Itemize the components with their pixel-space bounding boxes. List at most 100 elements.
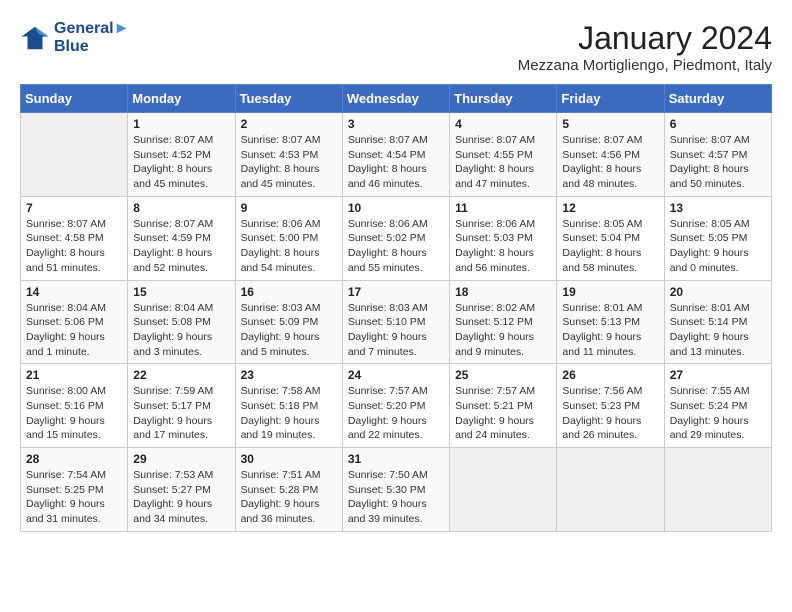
- day-cell: 5Sunrise: 8:07 AM Sunset: 4:56 PM Daylig…: [557, 113, 664, 197]
- day-number: 28: [26, 452, 122, 466]
- day-cell: [557, 448, 664, 532]
- day-number: 14: [26, 285, 122, 299]
- day-number: 30: [241, 452, 337, 466]
- day-cell: 14 Sunrise: 8:04 AM Sunset: 5:06 PM Dayli…: [21, 280, 128, 364]
- logo-icon: [20, 23, 50, 53]
- week-row-3: 14 Sunrise: 8:04 AM Sunset: 5:06 PM Dayli…: [21, 280, 772, 364]
- day-number: 27: [670, 368, 766, 382]
- day-info: Sunrise: 8:04 AM Sunset: 5:06 PM Dayligh…: [26, 301, 122, 360]
- day-number: 1: [133, 117, 229, 131]
- day-number: 17: [348, 285, 444, 299]
- day-number: 16: [241, 285, 337, 299]
- day-number: 11: [455, 201, 551, 215]
- page-header: General► Blue January 2024 Mezzana Morti…: [20, 20, 772, 74]
- day-info: Sunrise: 7:57 AM Sunset: 5:21 PM Dayligh…: [455, 384, 551, 443]
- header-cell-tuesday: Tuesday: [235, 85, 342, 113]
- day-cell: 31 Sunrise: 7:50 AM Sunset: 5:30 PM Dayli…: [342, 448, 449, 532]
- day-cell: 2 Sunrise: 8:07 AM Sunset: 4:53 PM Daylig…: [235, 113, 342, 197]
- week-row-5: 28 Sunrise: 7:54 AM Sunset: 5:25 PM Dayli…: [21, 448, 772, 532]
- day-info: Sunrise: 8:06 AM Sunset: 5:00 PM Dayligh…: [241, 217, 337, 276]
- day-number: 9: [241, 201, 337, 215]
- day-cell: 28 Sunrise: 7:54 AM Sunset: 5:25 PM Dayli…: [21, 448, 128, 532]
- day-info: Sunrise: 8:01 AM Sunset: 5:14 PM Dayligh…: [670, 301, 766, 360]
- day-cell: 3 Sunrise: 8:07 AM Sunset: 4:54 PM Daylig…: [342, 113, 449, 197]
- day-cell: 4 Sunrise: 8:07 AM Sunset: 4:55 PM Daylig…: [450, 113, 557, 197]
- day-info: Sunrise: 8:06 AM Sunset: 5:03 PM Dayligh…: [455, 217, 551, 276]
- day-info: Sunrise: 7:56 AM Sunset: 5:23 PM Dayligh…: [562, 384, 658, 443]
- day-info: Sunrise: 8:02 AM Sunset: 5:12 PM Dayligh…: [455, 301, 551, 360]
- day-info: Sunrise: 7:51 AM Sunset: 5:28 PM Dayligh…: [241, 468, 337, 527]
- day-info: Sunrise: 8:03 AM Sunset: 5:09 PM Dayligh…: [241, 301, 337, 360]
- day-number: 10: [348, 201, 444, 215]
- logo: General► Blue: [20, 20, 129, 56]
- week-row-2: 7Sunrise: 8:07 AM Sunset: 4:58 PM Daylig…: [21, 196, 772, 280]
- day-info: Sunrise: 7:50 AM Sunset: 5:30 PM Dayligh…: [348, 468, 444, 527]
- day-cell: 23 Sunrise: 7:58 AM Sunset: 5:18 PM Dayli…: [235, 364, 342, 448]
- day-number: 19: [562, 285, 658, 299]
- day-info: Sunrise: 8:04 AM Sunset: 5:08 PM Dayligh…: [133, 301, 229, 360]
- day-number: 26: [562, 368, 658, 382]
- day-cell: 30 Sunrise: 7:51 AM Sunset: 5:28 PM Dayli…: [235, 448, 342, 532]
- title-area: January 2024 Mezzana Mortigliengo, Piedm…: [518, 20, 772, 74]
- day-info: Sunrise: 8:06 AM Sunset: 5:02 PM Dayligh…: [348, 217, 444, 276]
- day-cell: 25 Sunrise: 7:57 AM Sunset: 5:21 PM Dayli…: [450, 364, 557, 448]
- week-row-4: 21 Sunrise: 8:00 AM Sunset: 5:16 PM Dayli…: [21, 364, 772, 448]
- day-cell: 24Sunrise: 7:57 AM Sunset: 5:20 PM Dayli…: [342, 364, 449, 448]
- week-row-1: 1 Sunrise: 8:07 AM Sunset: 4:52 PM Daylig…: [21, 113, 772, 197]
- day-number: 8: [133, 201, 229, 215]
- day-info: Sunrise: 7:55 AM Sunset: 5:24 PM Dayligh…: [670, 384, 766, 443]
- day-cell: 27 Sunrise: 7:55 AM Sunset: 5:24 PM Dayli…: [664, 364, 771, 448]
- day-number: 22: [133, 368, 229, 382]
- day-info: Sunrise: 7:59 AM Sunset: 5:17 PM Dayligh…: [133, 384, 229, 443]
- location-title: Mezzana Mortigliengo, Piedmont, Italy: [518, 57, 772, 74]
- logo-text: General► Blue: [54, 20, 129, 56]
- day-cell: 20Sunrise: 8:01 AM Sunset: 5:14 PM Dayli…: [664, 280, 771, 364]
- day-cell: 9 Sunrise: 8:06 AM Sunset: 5:00 PM Daylig…: [235, 196, 342, 280]
- day-number: 21: [26, 368, 122, 382]
- day-info: Sunrise: 8:07 AM Sunset: 4:54 PM Dayligh…: [348, 133, 444, 192]
- day-info: Sunrise: 8:03 AM Sunset: 5:10 PM Dayligh…: [348, 301, 444, 360]
- day-number: 23: [241, 368, 337, 382]
- day-cell: 21 Sunrise: 8:00 AM Sunset: 5:16 PM Dayli…: [21, 364, 128, 448]
- day-info: Sunrise: 8:07 AM Sunset: 4:59 PM Dayligh…: [133, 217, 229, 276]
- day-info: Sunrise: 8:00 AM Sunset: 5:16 PM Dayligh…: [26, 384, 122, 443]
- day-number: 15: [133, 285, 229, 299]
- header-cell-sunday: Sunday: [21, 85, 128, 113]
- day-info: Sunrise: 8:01 AM Sunset: 5:13 PM Dayligh…: [562, 301, 658, 360]
- day-info: Sunrise: 8:07 AM Sunset: 4:57 PM Dayligh…: [670, 133, 766, 192]
- header-cell-friday: Friday: [557, 85, 664, 113]
- day-number: 31: [348, 452, 444, 466]
- day-info: Sunrise: 8:07 AM Sunset: 4:55 PM Dayligh…: [455, 133, 551, 192]
- day-number: 7: [26, 201, 122, 215]
- day-cell: 29Sunrise: 7:53 AM Sunset: 5:27 PM Dayli…: [128, 448, 235, 532]
- day-cell: 10 Sunrise: 8:06 AM Sunset: 5:02 PM Dayli…: [342, 196, 449, 280]
- day-cell: 19 Sunrise: 8:01 AM Sunset: 5:13 PM Dayli…: [557, 280, 664, 364]
- day-number: 5: [562, 117, 658, 131]
- calendar-body: 1 Sunrise: 8:07 AM Sunset: 4:52 PM Daylig…: [21, 113, 772, 532]
- day-cell: [450, 448, 557, 532]
- day-info: Sunrise: 8:07 AM Sunset: 4:53 PM Dayligh…: [241, 133, 337, 192]
- day-cell: 1 Sunrise: 8:07 AM Sunset: 4:52 PM Daylig…: [128, 113, 235, 197]
- day-number: 12: [562, 201, 658, 215]
- day-info: Sunrise: 7:54 AM Sunset: 5:25 PM Dayligh…: [26, 468, 122, 527]
- day-number: 24: [348, 368, 444, 382]
- day-info: Sunrise: 8:05 AM Sunset: 5:05 PM Dayligh…: [670, 217, 766, 276]
- day-number: 3: [348, 117, 444, 131]
- calendar-header: SundayMondayTuesdayWednesdayThursdayFrid…: [21, 85, 772, 113]
- day-cell: 8 Sunrise: 8:07 AM Sunset: 4:59 PM Daylig…: [128, 196, 235, 280]
- day-cell: 11 Sunrise: 8:06 AM Sunset: 5:03 PM Dayli…: [450, 196, 557, 280]
- day-number: 2: [241, 117, 337, 131]
- day-cell: 18 Sunrise: 8:02 AM Sunset: 5:12 PM Dayli…: [450, 280, 557, 364]
- day-number: 25: [455, 368, 551, 382]
- header-cell-wednesday: Wednesday: [342, 85, 449, 113]
- day-cell: 26 Sunrise: 7:56 AM Sunset: 5:23 PM Dayli…: [557, 364, 664, 448]
- day-info: Sunrise: 8:07 AM Sunset: 4:52 PM Dayligh…: [133, 133, 229, 192]
- day-info: Sunrise: 7:58 AM Sunset: 5:18 PM Dayligh…: [241, 384, 337, 443]
- header-cell-monday: Monday: [128, 85, 235, 113]
- calendar-table: SundayMondayTuesdayWednesdayThursdayFrid…: [20, 84, 772, 532]
- day-number: 18: [455, 285, 551, 299]
- day-number: 13: [670, 201, 766, 215]
- day-number: 4: [455, 117, 551, 131]
- header-cell-saturday: Saturday: [664, 85, 771, 113]
- day-number: 29: [133, 452, 229, 466]
